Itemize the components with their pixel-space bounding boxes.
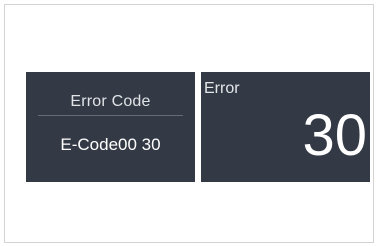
divider (38, 115, 183, 116)
error-code-value: E-Code00 30 (60, 135, 161, 154)
error-title: Error (204, 80, 240, 97)
error-code-title: Error Code (70, 93, 151, 110)
error-code-panel: Error Code E-Code00 30 (26, 72, 195, 182)
error-panel: Error 30 (201, 72, 370, 182)
error-value: 30 (302, 103, 367, 168)
